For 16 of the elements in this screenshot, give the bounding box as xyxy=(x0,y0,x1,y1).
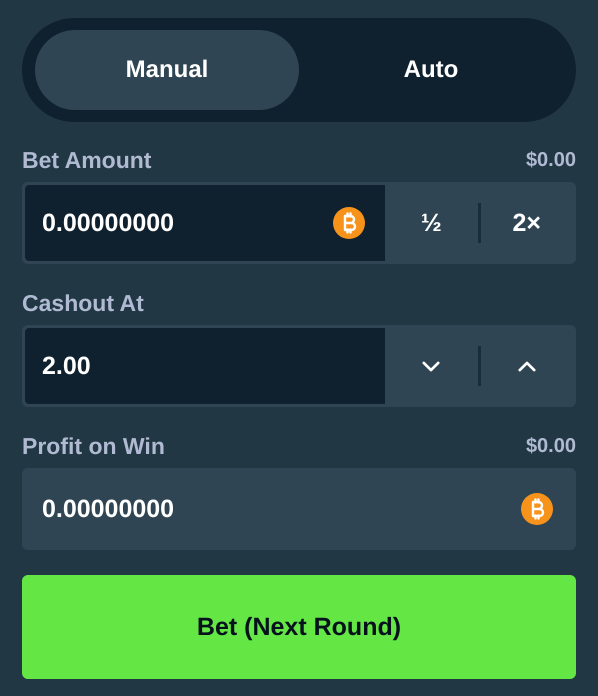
bitcoin-icon xyxy=(521,493,553,525)
chevron-down-icon xyxy=(422,360,440,372)
cashout-field[interactable]: 2.00 xyxy=(25,328,385,404)
field-label: Bet Amount xyxy=(22,146,152,174)
bitcoin-icon xyxy=(333,207,365,239)
usd-value: $0.00 xyxy=(526,148,576,172)
half-button[interactable]: ½ xyxy=(385,185,478,261)
bet-button[interactable]: Bet (Next Round) xyxy=(22,575,576,679)
usd-value: $0.00 xyxy=(526,434,576,458)
mode-tab[interactable]: Manual xyxy=(35,30,299,110)
mode-tab[interactable]: Auto xyxy=(299,30,563,110)
field-label: Profit on Win xyxy=(22,432,165,460)
double-button[interactable]: 2× xyxy=(480,185,573,261)
field-label: Cashout At xyxy=(22,290,144,316)
chevron-up-icon xyxy=(518,360,536,372)
amount-field[interactable]: 0.00000000 xyxy=(25,185,385,261)
